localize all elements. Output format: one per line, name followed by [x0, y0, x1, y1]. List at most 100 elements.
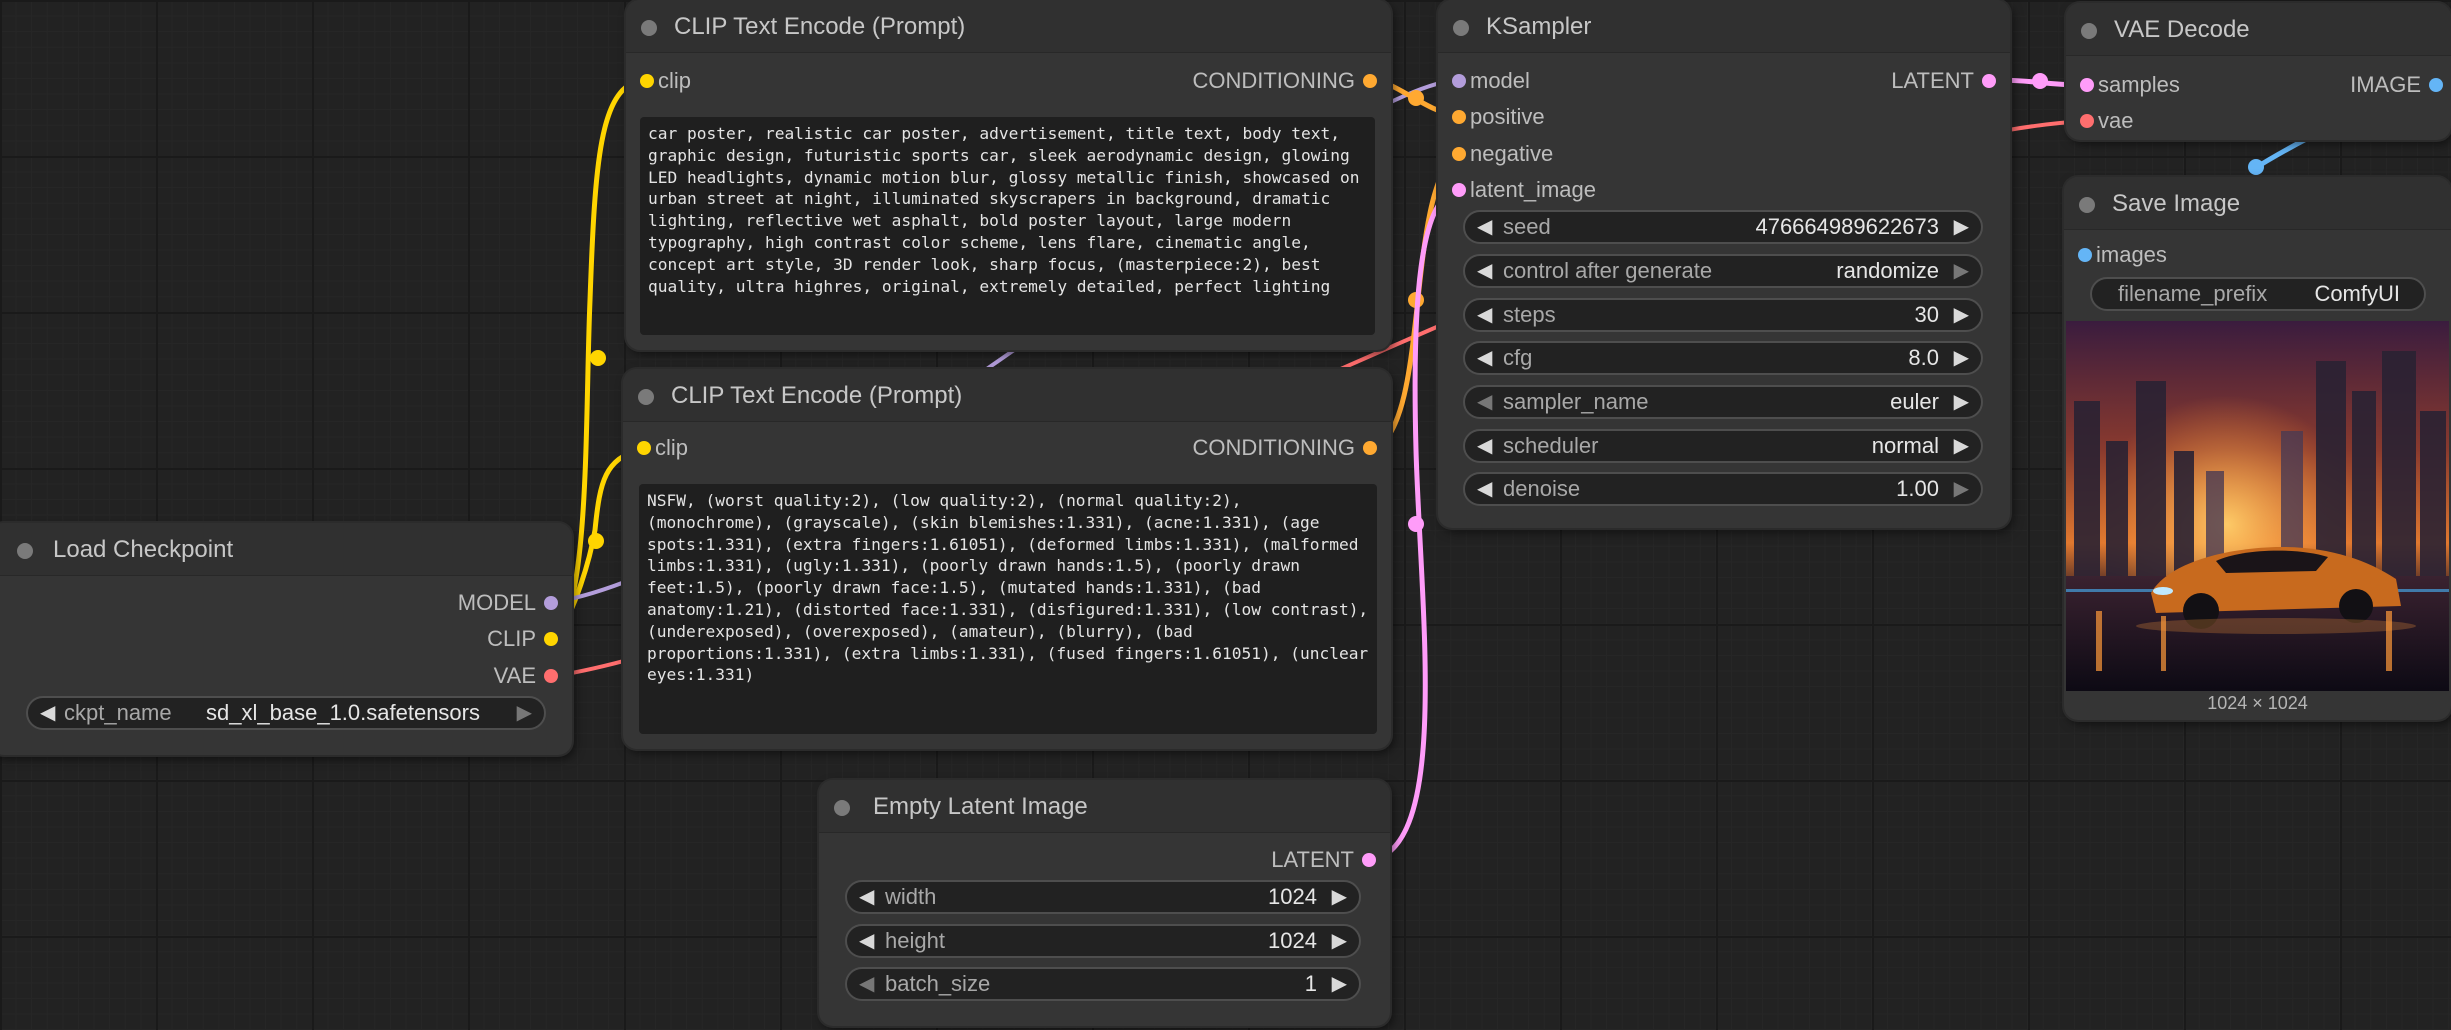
increment-arrow-icon[interactable]: ▶: [1954, 212, 1969, 242]
decrement-arrow-icon[interactable]: ◀: [40, 698, 55, 728]
link-cond-midpoint-2: [1408, 292, 1424, 308]
widget-value[interactable]: 30: [1915, 300, 1939, 330]
slot-label: samples: [2098, 72, 2180, 97]
slot-dot-clip-icon[interactable]: [640, 74, 654, 88]
widget-sampler-name[interactable]: ◀ sampler_name euler ▶: [1463, 385, 1983, 419]
image-preview[interactable]: [2066, 321, 2449, 691]
slot-dot-latent-icon[interactable]: [1362, 853, 1376, 867]
widget-cfg[interactable]: ◀ cfg 8.0 ▶: [1463, 341, 1983, 375]
node-title-bar[interactable]: VAE Decode: [2066, 3, 2451, 56]
slot-dot-conditioning-icon[interactable]: [1452, 147, 1466, 161]
widget-value[interactable]: 476664989622673: [1755, 212, 1939, 242]
collapse-dot-icon[interactable]: [2079, 197, 2095, 213]
widget-name: scheduler: [1503, 433, 1599, 458]
widget-value[interactable]: 1024: [1268, 882, 1317, 912]
slot-label: vae: [2098, 108, 2134, 133]
widget-height[interactable]: ◀ height 1024 ▶: [845, 924, 1361, 958]
slot-dot-conditioning-icon[interactable]: [1452, 110, 1466, 124]
slot-dot-clip-icon[interactable]: [637, 441, 651, 455]
widget-filename-prefix[interactable]: filename_prefix ComfyUI: [2090, 277, 2426, 311]
node-title-bar[interactable]: CLIP Text Encode (Prompt): [626, 0, 1391, 53]
slot-dot-latent-icon[interactable]: [1982, 74, 1996, 88]
decrement-arrow-icon[interactable]: ◀: [1477, 387, 1492, 417]
widget-name: batch_size: [885, 971, 991, 996]
collapse-dot-icon[interactable]: [17, 543, 33, 559]
increment-arrow-icon[interactable]: ▶: [1332, 882, 1347, 912]
increment-arrow-icon[interactable]: ▶: [1332, 969, 1347, 999]
widget-steps[interactable]: ◀ steps 30 ▶: [1463, 298, 1983, 332]
collapse-dot-icon[interactable]: [641, 20, 657, 36]
decrement-arrow-icon[interactable]: ◀: [859, 926, 874, 956]
clip-text-encode-positive-node[interactable]: CLIP Text Encode (Prompt) clip CONDITION…: [626, 0, 1391, 350]
slot-dot-model-icon[interactable]: [544, 596, 558, 610]
slot-dot-model-icon[interactable]: [1452, 74, 1466, 88]
increment-arrow-icon[interactable]: ▶: [1954, 387, 1969, 417]
decrement-arrow-icon[interactable]: ◀: [1477, 431, 1492, 461]
decrement-arrow-icon[interactable]: ◀: [1477, 474, 1492, 504]
node-title-bar[interactable]: Load Checkpoint: [0, 523, 572, 576]
widget-scheduler[interactable]: ◀ scheduler normal ▶: [1463, 429, 1983, 463]
widget-value[interactable]: randomize: [1836, 256, 1939, 286]
widget-value[interactable]: sd_xl_base_1.0.safetensors: [206, 698, 480, 728]
widget-name: cfg: [1503, 345, 1533, 370]
prompt-textarea[interactable]: car poster, realistic car poster, advert…: [640, 117, 1375, 335]
widget-value[interactable]: ComfyUI: [2314, 279, 2400, 309]
slot-label: LATENT: [1891, 68, 1974, 93]
collapse-dot-icon[interactable]: [834, 800, 850, 816]
widget-value[interactable]: euler: [1890, 387, 1939, 417]
increment-arrow-icon[interactable]: ▶: [1954, 343, 1969, 373]
decrement-arrow-icon[interactable]: ◀: [859, 882, 874, 912]
widget-value[interactable]: 1024: [1268, 926, 1317, 956]
widget-value[interactable]: 1.00: [1896, 474, 1939, 504]
widget-denoise[interactable]: ◀ denoise 1.00 ▶: [1463, 472, 1983, 506]
empty-latent-image-node[interactable]: Empty Latent Image LATENT ◀ width 1024 ▶…: [819, 780, 1390, 1026]
decrement-arrow-icon[interactable]: ◀: [1477, 256, 1492, 286]
widget-seed[interactable]: ◀ seed 476664989622673 ▶: [1463, 210, 1983, 244]
collapse-dot-icon[interactable]: [2081, 23, 2097, 39]
ksampler-node[interactable]: KSampler model LATENT positive negative …: [1438, 0, 2010, 528]
widget-ckpt-name[interactable]: ◀ ckpt_name sd_xl_base_1.0.safetensors ▶: [26, 696, 546, 730]
node-title-bar[interactable]: KSampler: [1438, 0, 2010, 53]
increment-arrow-icon[interactable]: ▶: [1954, 474, 1969, 504]
slot-label: model: [1470, 68, 1530, 93]
prompt-textarea[interactable]: NSFW, (worst quality:2), (low quality:2)…: [639, 484, 1377, 734]
widget-value[interactable]: 8.0: [1908, 343, 1939, 373]
collapse-dot-icon[interactable]: [1453, 20, 1469, 36]
decrement-arrow-icon[interactable]: ◀: [1477, 343, 1492, 373]
increment-arrow-icon[interactable]: ▶: [1954, 256, 1969, 286]
slot-dot-latent-icon[interactable]: [1452, 183, 1466, 197]
increment-arrow-icon[interactable]: ▶: [1332, 926, 1347, 956]
widget-value[interactable]: 1: [1305, 969, 1317, 999]
node-title-bar[interactable]: Save Image: [2064, 177, 2451, 230]
slot-dot-conditioning-icon[interactable]: [1363, 441, 1377, 455]
widget-value[interactable]: normal: [1872, 431, 1939, 461]
increment-arrow-icon[interactable]: ▶: [1954, 431, 1969, 461]
slot-label: MODEL: [457, 590, 536, 615]
widget-width[interactable]: ◀ width 1024 ▶: [845, 880, 1361, 914]
slot-dot-latent-icon[interactable]: [2080, 78, 2094, 92]
slot-dot-image-icon[interactable]: [2078, 248, 2092, 262]
save-image-node[interactable]: Save Image images filename_prefix ComfyU…: [2064, 177, 2451, 720]
slot-label: CONDITIONING: [1192, 435, 1355, 460]
widget-control-after-generate[interactable]: ◀ control after generate randomize ▶: [1463, 254, 1983, 288]
increment-arrow-icon[interactable]: ▶: [1954, 300, 1969, 330]
widget-batch-size[interactable]: ◀ batch_size 1 ▶: [845, 967, 1361, 1001]
increment-arrow-icon[interactable]: ▶: [517, 698, 532, 728]
slot-dot-image-icon[interactable]: [2429, 78, 2443, 92]
widget-name: filename_prefix: [2118, 281, 2268, 306]
slot-dot-vae-icon[interactable]: [544, 669, 558, 683]
decrement-arrow-icon[interactable]: ◀: [1477, 212, 1492, 242]
link-clip-midpoint: [590, 350, 606, 366]
decrement-arrow-icon[interactable]: ◀: [859, 969, 874, 999]
decrement-arrow-icon[interactable]: ◀: [1477, 300, 1492, 330]
slot-dot-clip-icon[interactable]: [544, 632, 558, 646]
load-checkpoint-node[interactable]: Load Checkpoint MODEL CLIP VAE ◀ ckpt_na…: [0, 523, 572, 755]
slot-dot-conditioning-icon[interactable]: [1363, 74, 1377, 88]
collapse-dot-icon[interactable]: [638, 389, 654, 405]
node-title-bar[interactable]: CLIP Text Encode (Prompt): [623, 369, 1391, 422]
slot-label: latent_image: [1470, 177, 1596, 202]
slot-dot-vae-icon[interactable]: [2080, 114, 2094, 128]
node-title-bar[interactable]: Empty Latent Image: [819, 780, 1390, 833]
clip-text-encode-negative-node[interactable]: CLIP Text Encode (Prompt) clip CONDITION…: [623, 369, 1391, 749]
vae-decode-node[interactable]: VAE Decode samples vae IMAGE: [2066, 3, 2451, 140]
